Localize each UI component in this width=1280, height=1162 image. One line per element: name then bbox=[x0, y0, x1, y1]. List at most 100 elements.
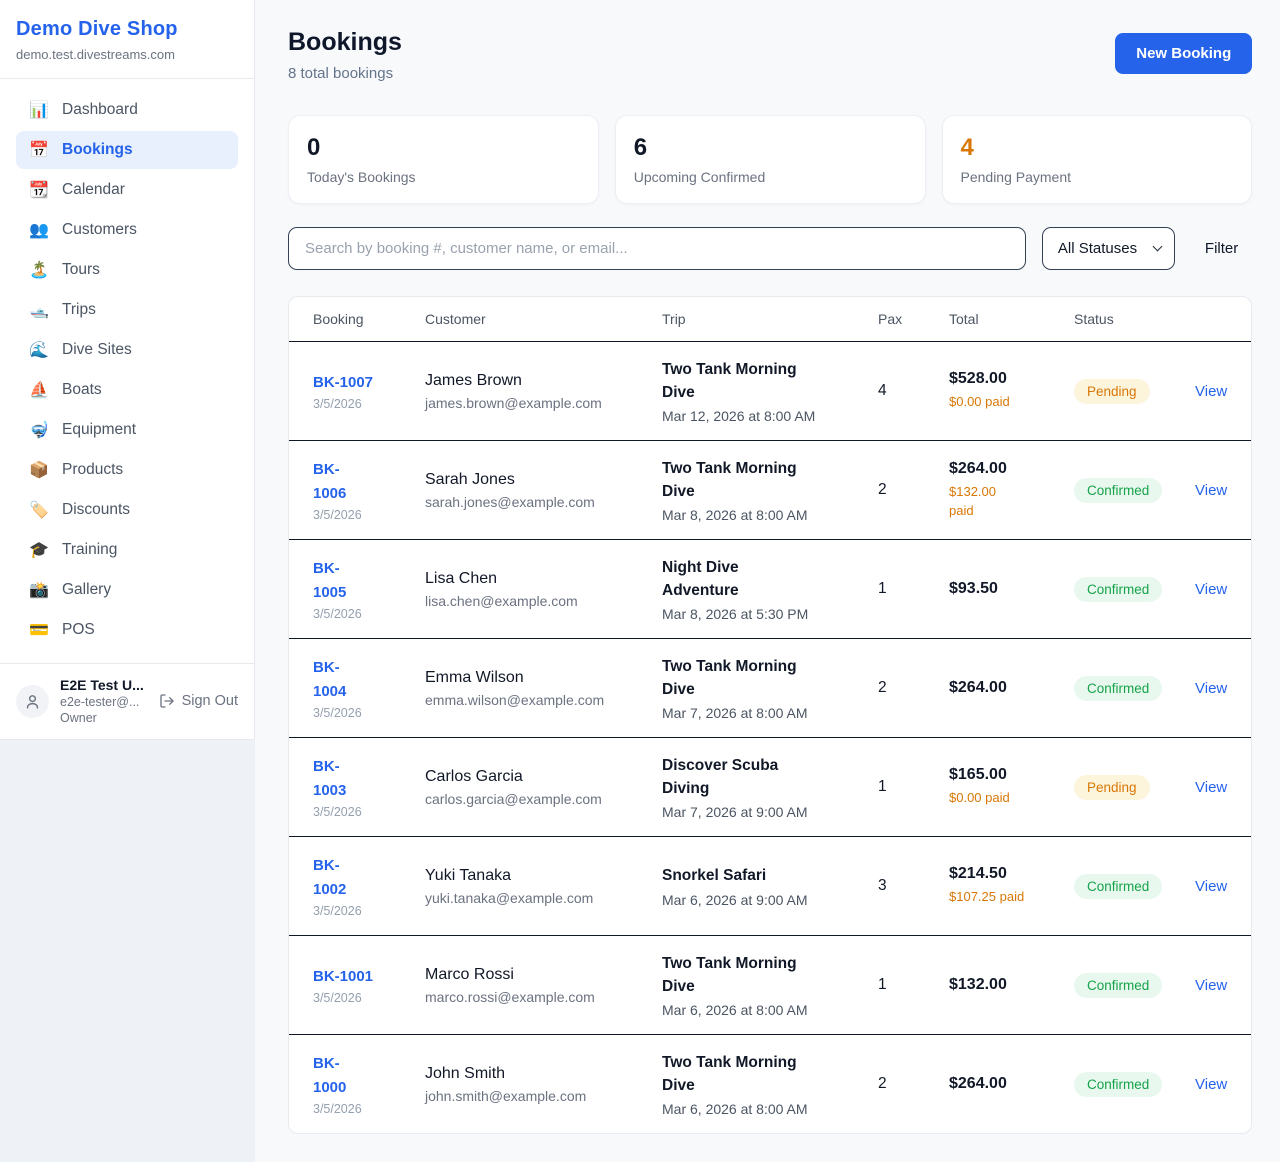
total-cell: $165.00 $0.00 paid bbox=[949, 766, 1074, 808]
customer-name: Lisa Chen bbox=[425, 570, 662, 588]
trip-datetime: Mar 8, 2026 at 8:00 AM bbox=[662, 507, 878, 523]
customer-email: james.brown@example.com bbox=[425, 395, 662, 411]
pax-count: 1 bbox=[878, 580, 949, 598]
booking-cell: BK-1000 3/5/2026 bbox=[313, 1052, 425, 1116]
trip-cell: Snorkel Safari Mar 6, 2026 at 9:00 AM bbox=[662, 864, 878, 907]
sidebar-item-pos[interactable]: 💳 POS bbox=[16, 611, 238, 649]
booking-id-link[interactable]: BK-1002 bbox=[313, 854, 361, 901]
pax-count: 2 bbox=[878, 679, 949, 697]
booking-id-link[interactable]: BK-1000 bbox=[313, 1052, 361, 1099]
status-badge: Confirmed bbox=[1074, 478, 1162, 503]
table-header-row: Booking Customer Trip Pax Total Status bbox=[289, 297, 1251, 341]
sign-out-button[interactable]: Sign Out bbox=[159, 693, 238, 709]
sidebar-item-label: Discounts bbox=[62, 501, 130, 519]
booking-cell: BK-1004 3/5/2026 bbox=[313, 656, 425, 720]
user-name: E2E Test U... bbox=[60, 677, 148, 693]
camera-flash-icon: 📸 bbox=[29, 580, 49, 600]
sidebar-item-customers[interactable]: 👥 Customers bbox=[16, 211, 238, 249]
sidebar-item-bookings[interactable]: 📅 Bookings bbox=[16, 131, 238, 169]
search-input[interactable] bbox=[288, 227, 1026, 270]
customer-email: sarah.jones@example.com bbox=[425, 494, 662, 510]
sidebar-item-boats[interactable]: ⛵ Boats bbox=[16, 371, 238, 409]
status-badge: Confirmed bbox=[1074, 676, 1162, 701]
actions-cell: View bbox=[1195, 482, 1227, 499]
booking-cell: BK-1003 3/5/2026 bbox=[313, 755, 425, 819]
sidebar-item-label: Training bbox=[62, 541, 117, 559]
sidebar-item-dive-sites[interactable]: 🌊 Dive Sites bbox=[16, 331, 238, 369]
view-link[interactable]: View bbox=[1195, 1076, 1227, 1093]
person-icon bbox=[24, 693, 41, 710]
status-cell: Confirmed bbox=[1074, 478, 1195, 503]
bar-chart-icon: 📊 bbox=[29, 100, 49, 120]
sidebar-item-training[interactable]: 🎓 Training bbox=[16, 531, 238, 569]
customer-cell: Yuki Tanaka yuki.tanaka@example.com bbox=[425, 867, 662, 906]
stat-label: Pending Payment bbox=[961, 169, 1234, 185]
app-container: Demo Dive Shop demo.test.divestreams.com… bbox=[0, 0, 1280, 1162]
view-link[interactable]: View bbox=[1195, 878, 1227, 895]
sidebar-item-discounts[interactable]: 🏷️ Discounts bbox=[16, 491, 238, 529]
booking-id-link[interactable]: BK-1007 bbox=[313, 371, 373, 394]
view-link[interactable]: View bbox=[1195, 680, 1227, 697]
booking-cell: BK-1002 3/5/2026 bbox=[313, 854, 425, 918]
customer-name: Marco Rossi bbox=[425, 966, 662, 984]
trip-name: Discover Scuba Diving bbox=[662, 754, 817, 801]
status-badge: Pending bbox=[1074, 775, 1150, 800]
sidebar-item-gallery[interactable]: 📸 Gallery bbox=[16, 571, 238, 609]
sidebar-item-products[interactable]: 📦 Products bbox=[16, 451, 238, 489]
filter-button[interactable]: Filter bbox=[1191, 240, 1252, 257]
trip-cell: Discover Scuba Diving Mar 7, 2026 at 9:0… bbox=[662, 754, 878, 821]
status-filter-select[interactable]: All Statuses bbox=[1042, 227, 1175, 270]
table-body: BK-1007 3/5/2026 James Brown james.brown… bbox=[289, 341, 1251, 1133]
total-cell: $214.50 $107.25 paid bbox=[949, 865, 1074, 907]
booking-cell: BK-1001 3/5/2026 bbox=[313, 965, 425, 1005]
trip-datetime: Mar 7, 2026 at 8:00 AM bbox=[662, 705, 878, 721]
status-cell: Confirmed bbox=[1074, 973, 1195, 998]
sidebar-item-calendar[interactable]: 📆 Calendar bbox=[16, 171, 238, 209]
trip-name: Night Dive Adventure bbox=[662, 556, 817, 603]
table-row: BK-1007 3/5/2026 James Brown james.brown… bbox=[289, 341, 1251, 440]
booking-id-link[interactable]: BK-1005 bbox=[313, 557, 361, 604]
booking-id-link[interactable]: BK-1001 bbox=[313, 965, 373, 988]
booking-id-link[interactable]: BK-1003 bbox=[313, 755, 361, 802]
sailboat-icon: ⛵ bbox=[29, 380, 49, 400]
view-link[interactable]: View bbox=[1195, 779, 1227, 796]
user-role: Owner bbox=[60, 711, 148, 725]
total-amount: $214.50 bbox=[949, 865, 1074, 883]
view-link[interactable]: View bbox=[1195, 977, 1227, 994]
view-link[interactable]: View bbox=[1195, 581, 1227, 598]
booking-id-link[interactable]: BK-1006 bbox=[313, 458, 361, 505]
sidebar-item-label: Equipment bbox=[62, 421, 136, 439]
status-badge: Confirmed bbox=[1074, 973, 1162, 998]
customer-name: Sarah Jones bbox=[425, 471, 662, 489]
actions-cell: View bbox=[1195, 581, 1227, 598]
table-row: BK-1006 3/5/2026 Sarah Jones sarah.jones… bbox=[289, 440, 1251, 539]
column-header-status: Status bbox=[1074, 311, 1195, 327]
status-cell: Confirmed bbox=[1074, 577, 1195, 602]
sidebar-item-dashboard[interactable]: 📊 Dashboard bbox=[16, 91, 238, 129]
trip-name: Two Tank Morning Dive bbox=[662, 655, 817, 702]
total-amount: $93.50 bbox=[949, 580, 1074, 598]
view-link[interactable]: View bbox=[1195, 383, 1227, 400]
pax-count: 2 bbox=[878, 481, 949, 499]
sidebar-item-label: Products bbox=[62, 461, 123, 479]
wave-icon: 🌊 bbox=[29, 340, 49, 360]
shop-domain: demo.test.divestreams.com bbox=[16, 47, 238, 62]
paid-amount: $107.25 paid bbox=[949, 888, 1074, 907]
customer-name: Carlos Garcia bbox=[425, 768, 662, 786]
view-link[interactable]: View bbox=[1195, 482, 1227, 499]
sidebar-item-tours[interactable]: 🏝️ Tours bbox=[16, 251, 238, 289]
sidebar-item-equipment[interactable]: 🤿 Equipment bbox=[16, 411, 238, 449]
customer-cell: Sarah Jones sarah.jones@example.com bbox=[425, 471, 662, 510]
pax-count: 1 bbox=[878, 976, 949, 994]
total-cell: $264.00 bbox=[949, 679, 1074, 697]
total-bookings-count: 8 total bookings bbox=[288, 65, 402, 82]
new-booking-button[interactable]: New Booking bbox=[1115, 33, 1252, 74]
column-header-total: Total bbox=[949, 311, 1074, 327]
total-cell: $132.00 bbox=[949, 976, 1074, 994]
booking-date: 3/5/2026 bbox=[313, 607, 425, 621]
shop-name[interactable]: Demo Dive Shop bbox=[16, 18, 238, 41]
booking-id-link[interactable]: BK-1004 bbox=[313, 656, 361, 703]
trip-cell: Two Tank Morning Dive Mar 6, 2026 at 8:0… bbox=[662, 952, 878, 1019]
sidebar-item-trips[interactable]: 🛥️ Trips bbox=[16, 291, 238, 329]
actions-cell: View bbox=[1195, 779, 1227, 796]
